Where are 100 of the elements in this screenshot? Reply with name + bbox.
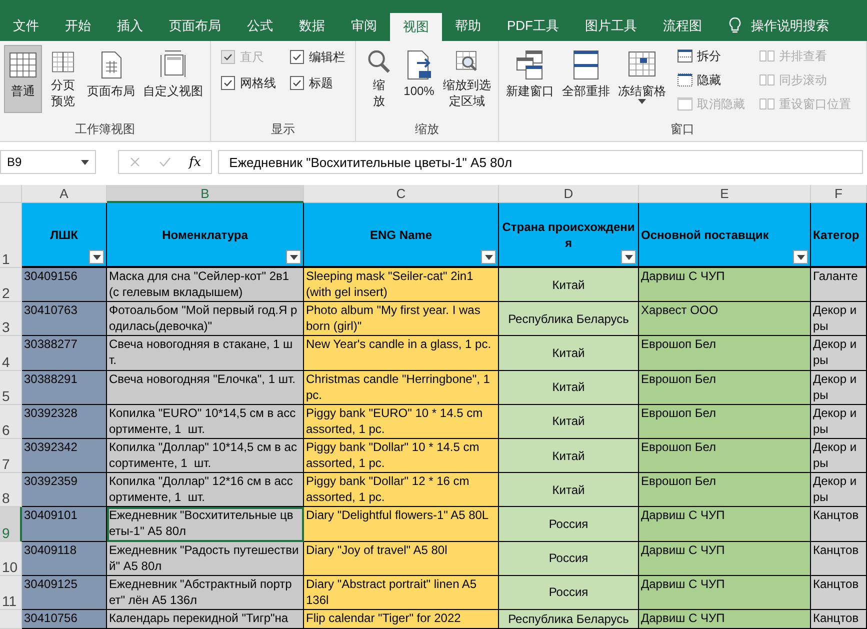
row-header[interactable]: 4 <box>0 336 22 371</box>
row-header[interactable]: 7 <box>0 438 22 474</box>
table-cell: 30410763 <box>22 302 107 336</box>
ribbon-button[interactable]: 全部重排 <box>559 45 613 113</box>
view-checkbox[interactable]: 网格线 <box>221 73 276 93</box>
ribbon-tab[interactable]: 开始 <box>52 10 104 41</box>
ribbon-button[interactable]: 100% <box>400 45 438 113</box>
table-cell: Канцтов <box>811 610 867 629</box>
caret-icon <box>92 254 100 260</box>
table-cell: Christmas candle "Herringbone", 1 pc. <box>304 370 499 405</box>
row-header[interactable]: 6 <box>0 404 22 439</box>
checkbox[interactable] <box>221 76 235 90</box>
table-cell: Харвест ООО <box>639 302 811 336</box>
header-cell: Категор <box>811 203 867 268</box>
checkbox[interactable] <box>290 50 304 64</box>
table-cell: Галанте <box>811 268 867 302</box>
row-header[interactable]: 1 <box>0 203 22 268</box>
row-header[interactable]: 10 <box>0 542 22 576</box>
column-header[interactable]: D <box>499 185 639 203</box>
formula-field[interactable]: Ежедневник "Восхитительные цветы-1" А5 80л <box>218 150 863 174</box>
ribbon-button[interactable]: 缩放到选定区域 <box>440 45 494 113</box>
ribbon-tab[interactable]: 数据 <box>286 10 338 41</box>
table-cell: Республика Беларусь <box>499 302 639 336</box>
ribbon-tab[interactable]: 视图 <box>390 13 442 41</box>
window-button[interactable]: 隐藏 <box>677 71 745 89</box>
ribbon-tab[interactable]: 审阅 <box>338 10 390 41</box>
table-cell: 30388277 <box>22 336 107 371</box>
filter-button[interactable] <box>89 250 104 264</box>
ribbon-tab[interactable]: 图片工具 <box>572 10 650 41</box>
ribbon-tab[interactable]: 公式 <box>234 10 286 41</box>
table-cell: Канцтов <box>811 507 867 542</box>
insert-function-button[interactable]: fx <box>189 154 202 170</box>
column-header[interactable]: C <box>304 185 499 203</box>
row-header[interactable]: 3 <box>0 302 22 336</box>
ribbon-tab[interactable]: 帮助 <box>442 10 494 41</box>
table-cell: Piggy bank "Dollar" 10 * 14.5 cm assorted, 1 pc. <box>304 438 499 474</box>
ribbon-button[interactable]: 新建窗口 <box>503 45 557 113</box>
row-header[interactable]: 11 <box>0 576 22 610</box>
column-header[interactable]: B <box>107 185 304 203</box>
table-cell: Декор и ры <box>811 473 867 508</box>
row-header[interactable]: 5 <box>0 370 22 405</box>
ribbon-button[interactable]: 缩放 <box>360 45 398 113</box>
filter-button[interactable] <box>621 250 636 264</box>
view-checkbox[interactable]: 标题 <box>290 73 345 93</box>
table-cell: Еврошоп Бел <box>639 404 811 439</box>
tell-me-search[interactable]: 操作说明搜索 <box>751 16 829 34</box>
header-cell: Основной поставщик <box>639 203 811 268</box>
ribbon-tab[interactable]: 文件 <box>0 10 52 41</box>
ribbon-button[interactable]: 普通 <box>4 45 42 113</box>
ribbon-button[interactable]: 页面布局 <box>84 45 138 113</box>
checkbox[interactable] <box>290 76 304 90</box>
caret-icon <box>290 254 298 260</box>
row-header[interactable]: 9 <box>0 507 22 542</box>
row-header[interactable]: 8 <box>0 473 22 508</box>
side-by-side-icon <box>759 48 775 64</box>
ribbon-button[interactable]: 冻结窗格 <box>615 45 669 113</box>
table-cell: Дарвиш С ЧУП <box>639 576 811 610</box>
table-cell: Еврошоп Бел <box>639 473 811 508</box>
checkmark-icon <box>223 52 233 62</box>
table-cell: Еврошоп Бел <box>639 438 811 474</box>
table-cell: Дарвиш С ЧУП <box>639 268 811 302</box>
table-cell: Канцтов <box>811 542 867 576</box>
checkmark-icon <box>223 78 233 88</box>
table-cell: Республика Беларусь <box>499 610 639 629</box>
caret-icon <box>624 254 632 260</box>
column-header[interactable]: F <box>811 185 867 203</box>
row-header[interactable]: 2 <box>0 268 22 302</box>
table-cell: Flip calendar "Tiger" for 2022 <box>304 610 499 629</box>
filter-button[interactable] <box>286 250 301 264</box>
ribbon-tab[interactable]: 页面布局 <box>156 10 234 41</box>
table-cell: Piggy bank "Dollar" 12 * 16 cm assorted, 1 pc. <box>304 473 499 508</box>
ribbon-tab[interactable]: PDF工具 <box>494 10 572 41</box>
ribbon-tab[interactable]: 插入 <box>104 10 156 41</box>
table-cell: 30410756 <box>22 610 107 629</box>
table-cell: Копилка "EURO" 10*14,5 см в асс ортименте, 1 шт. <box>107 404 304 439</box>
ribbon-tab[interactable]: 流程图 <box>650 10 715 41</box>
table-cell: 30409125 <box>22 576 107 610</box>
ribbon-button[interactable]: 自定义视图 <box>140 45 206 113</box>
table-cell: New Year's candle in a glass, 1 pc. <box>304 336 499 371</box>
table-cell: Свеча новогодняя в стакане, 1 ш т. <box>107 336 304 371</box>
column-header[interactable]: E <box>639 185 811 203</box>
filter-button[interactable] <box>793 250 808 264</box>
window-button[interactable]: 拆分 <box>677 47 745 65</box>
table-cell: Дарвиш С ЧУП <box>639 507 811 542</box>
table-cell: Декор и ры <box>811 404 867 439</box>
name-box[interactable]: B9 <box>0 150 96 174</box>
table-cell: Еврошоп Бел <box>639 370 811 405</box>
table-cell: Декор и ры <box>811 336 867 371</box>
header-cell: Номенклатура <box>107 203 304 268</box>
view-checkbox[interactable]: 编辑栏 <box>290 47 345 67</box>
column-header[interactable]: A <box>22 185 107 203</box>
table-cell: Китай <box>499 404 639 439</box>
table-cell: Sleeping mask "Seiler-cat" 2in1 (with gel insert) <box>304 268 499 302</box>
filter-button[interactable] <box>481 250 496 264</box>
table-cell: Копилка "Доллар" 12*16 см в асс ортименте, 1 шт. <box>107 473 304 508</box>
table-cell: 30392359 <box>22 473 107 508</box>
ribbon-button[interactable]: 分页预览 <box>44 45 82 113</box>
table-cell: Китай <box>499 268 639 302</box>
table-cell: Китай <box>499 370 639 405</box>
group-label: 显示 <box>271 122 295 136</box>
